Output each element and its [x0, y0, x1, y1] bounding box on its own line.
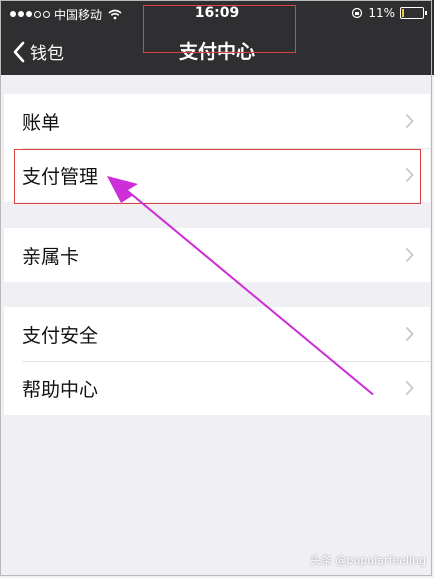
- chevron-right-icon: [405, 113, 414, 129]
- chevron-right-icon: [405, 326, 414, 342]
- chevron-right-icon: [405, 167, 414, 183]
- chevron-right-icon: [405, 247, 414, 263]
- title-annotation-box: [143, 5, 296, 53]
- rotation-lock-icon: [352, 7, 363, 19]
- menu-item-label: 账单: [22, 111, 61, 134]
- battery-icon: [400, 7, 427, 19]
- status-right: 11%: [351, 6, 427, 20]
- battery-percent: 11%: [368, 6, 395, 20]
- annotation-arrow: [107, 176, 374, 395]
- screenshot-border: [0, 0, 432, 576]
- chevron-right-icon: [405, 380, 414, 396]
- menu-item-family-card[interactable]: 亲属卡: [4, 228, 430, 282]
- menu-item-label: 支付管理: [22, 165, 99, 188]
- menu-group-1: 账单 支付管理: [4, 94, 430, 202]
- menu-item-bill[interactable]: 账单: [4, 94, 430, 148]
- menu-item-help-center[interactable]: 帮助中心: [4, 361, 430, 415]
- menu-item-payment-management[interactable]: 支付管理: [4, 148, 430, 202]
- watermark: 头条 @popularfeeling: [310, 554, 426, 567]
- menu-item-label: 帮助中心: [22, 378, 99, 401]
- menu-group-3: 支付安全 帮助中心: [4, 307, 430, 415]
- menu-group-2: 亲属卡: [4, 228, 430, 282]
- menu-item-payment-security[interactable]: 支付安全: [4, 307, 430, 361]
- menu-item-label: 亲属卡: [22, 245, 80, 268]
- menu-item-label: 支付安全: [22, 324, 99, 347]
